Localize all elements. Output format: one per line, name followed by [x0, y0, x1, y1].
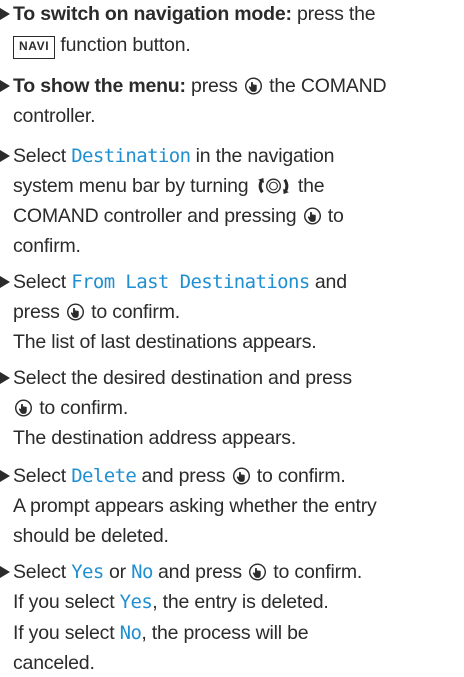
instruction-page: To switch on navigation mode: press the …: [0, 0, 464, 674]
controller-press-icon: [232, 467, 250, 485]
controller-press-icon: [303, 207, 321, 225]
option-yes-ref: Yes: [119, 591, 153, 613]
controller-press-icon: [14, 399, 33, 417]
controller-press-icon: [66, 303, 84, 321]
menu-item-from-last-destinations[interactable]: From Last Destinations: [71, 271, 310, 293]
bullet-triangle-icon: [0, 470, 10, 482]
menu-item-destination[interactable]: Destination: [71, 145, 191, 167]
result-text: should be deleted.: [13, 525, 169, 547]
option-no-ref: No: [119, 622, 142, 644]
bullet-triangle-icon: [0, 276, 10, 288]
step-heading: To switch on navigation mode:: [13, 3, 292, 25]
result-text: A prompt appears asking whether the entr…: [13, 495, 377, 517]
controller-press-icon: [244, 77, 262, 95]
navi-function-button[interactable]: NAVI: [13, 36, 56, 59]
option-yes[interactable]: Yes: [71, 561, 104, 583]
step-heading: To show the menu:: [13, 75, 186, 97]
result-text: canceled.: [13, 652, 95, 674]
bullet-triangle-icon: [0, 8, 10, 20]
bullet-triangle-icon: [0, 80, 10, 92]
result-text: The destination address appears.: [13, 427, 297, 449]
menu-item-delete[interactable]: Delete: [71, 465, 137, 487]
result-text: The list of last destinations appears.: [13, 331, 317, 353]
bullet-triangle-icon: [0, 566, 10, 578]
option-no[interactable]: No: [131, 561, 153, 583]
bullet-triangle-icon: [0, 372, 10, 384]
controller-press-icon: [249, 563, 267, 581]
bullet-triangle-icon: [0, 150, 10, 162]
result-text: If you select Yes, the entry is deleted.: [13, 591, 329, 613]
result-text: If you select No, the process will be: [13, 622, 309, 644]
controller-turn-icon: [257, 178, 289, 194]
